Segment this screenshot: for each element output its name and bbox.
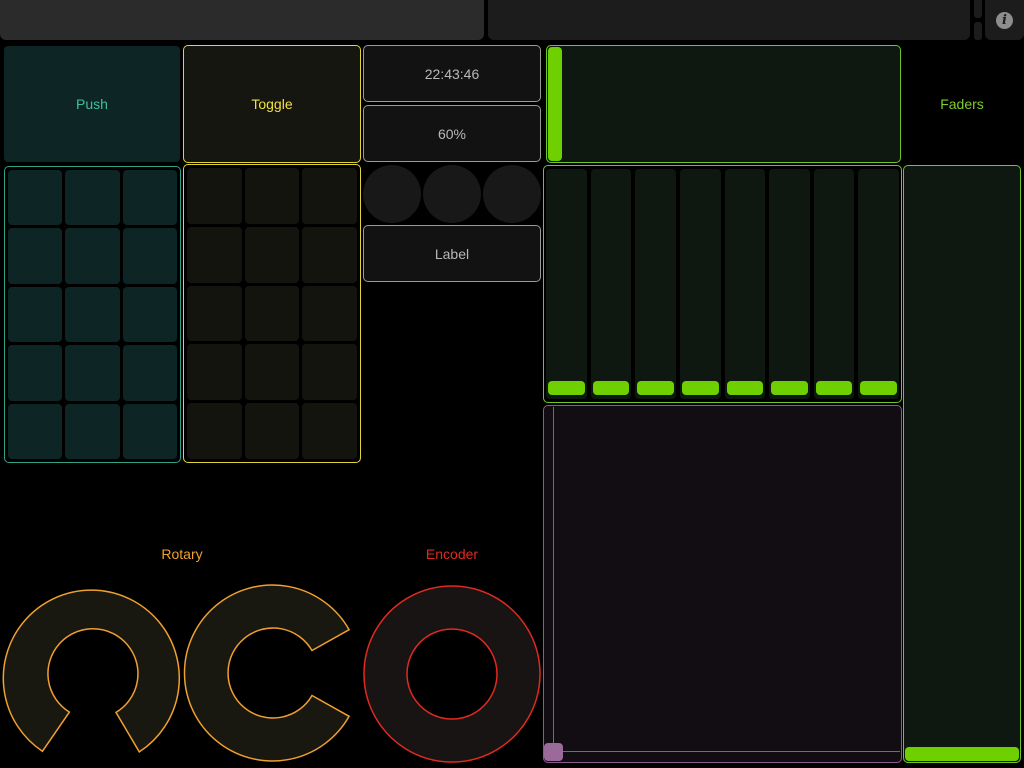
encoder-title: Encoder (425, 546, 479, 562)
multi-fader-handle-6[interactable] (771, 381, 808, 395)
push-grid (4, 166, 181, 463)
toggle-grid-cell[interactable] (187, 344, 242, 401)
toggle-label: Toggle (251, 96, 293, 112)
toggle-grid-cell[interactable] (244, 285, 300, 342)
push-grid-cell[interactable] (122, 228, 177, 284)
push-grid-cell[interactable] (8, 345, 63, 401)
horizontal-fader[interactable] (546, 45, 901, 163)
rotary-knob-2[interactable] (182, 584, 362, 764)
page-tab-1[interactable] (0, 0, 484, 40)
multi-fader-track-2[interactable] (590, 169, 632, 399)
toggle-grid-cell[interactable] (187, 403, 242, 459)
push-grid-cell[interactable] (65, 286, 120, 343)
xy-handle[interactable] (544, 743, 563, 761)
faders-title: Faders (940, 96, 984, 112)
vertical-fader[interactable] (903, 165, 1021, 763)
toggle-grid-cell[interactable] (302, 168, 357, 224)
toggle-button[interactable]: Toggle (183, 45, 361, 163)
page-indicator-bottom (974, 22, 982, 40)
led-2 (423, 165, 481, 223)
led-3 (483, 165, 541, 223)
time-display: 22:43:46 (363, 45, 541, 102)
multi-fader-handle-3[interactable] (637, 381, 674, 395)
multi-fader-handle-8[interactable] (860, 381, 897, 395)
multi-fader (543, 165, 902, 403)
toggle-grid-cell[interactable] (302, 344, 357, 401)
push-label: Push (76, 96, 108, 112)
label-display: Label (363, 225, 541, 282)
encoder-knob[interactable] (362, 584, 542, 764)
toggle-grid-cell[interactable] (302, 226, 357, 283)
vertical-fader-handle[interactable] (905, 747, 1019, 761)
multi-fader-track-7[interactable] (813, 169, 855, 399)
multi-fader-track-1[interactable] (546, 169, 587, 399)
label-text: Label (434, 245, 470, 262)
push-button[interactable]: Push (4, 46, 180, 162)
xy-pad[interactable] (543, 405, 902, 763)
page-tab-2[interactable] (488, 0, 970, 40)
push-grid-cell[interactable] (8, 170, 63, 226)
multi-fader-handle-5[interactable] (726, 381, 764, 395)
push-grid-cell[interactable] (122, 286, 177, 343)
toggle-grid-cell[interactable] (302, 403, 357, 459)
toggle-grid-cell[interactable] (244, 344, 300, 401)
toggle-grid-cell[interactable] (187, 168, 242, 224)
push-grid-cell[interactable] (8, 403, 63, 459)
push-grid-cell[interactable] (122, 403, 177, 459)
multi-fader-track-5[interactable] (724, 169, 766, 399)
multi-fader-handle-2[interactable] (592, 381, 630, 395)
multi-fader-track-8[interactable] (858, 169, 899, 399)
xy-crosshair-vertical (553, 407, 554, 759)
rotary-title: Rotary (161, 546, 203, 562)
led-1 (363, 165, 421, 223)
horizontal-fader-handle[interactable] (548, 47, 562, 161)
multi-fader-track-4[interactable] (679, 169, 721, 399)
rotary-knob-1[interactable] (2, 584, 182, 764)
push-grid-cell[interactable] (8, 228, 63, 284)
toggle-grid-cell[interactable] (244, 226, 300, 283)
xy-crosshair-horizontal (545, 751, 900, 752)
toggle-grid-cell[interactable] (244, 168, 300, 224)
toggle-grid-cell[interactable] (187, 226, 242, 283)
toggle-grid-cell[interactable] (302, 285, 357, 342)
push-grid-cell[interactable] (122, 170, 177, 226)
time-text: 22:43:46 (424, 65, 480, 82)
push-grid-cell[interactable] (65, 403, 120, 459)
multi-fader-track-3[interactable] (635, 169, 676, 399)
page-indicator-top (974, 0, 982, 18)
push-grid-cell[interactable] (65, 170, 120, 226)
push-grid-cell[interactable] (122, 345, 177, 401)
push-grid-cell[interactable] (65, 345, 120, 401)
multi-fader-handle-1[interactable] (548, 381, 585, 395)
push-grid-cell[interactable] (65, 228, 120, 284)
toggle-grid (183, 164, 361, 463)
toggle-grid-cell[interactable] (244, 403, 300, 459)
multi-fader-handle-7[interactable] (815, 381, 853, 395)
info-icon[interactable]: i (996, 12, 1013, 29)
multi-fader-handle-4[interactable] (681, 381, 719, 395)
push-grid-cell[interactable] (8, 286, 63, 343)
toggle-grid-cell[interactable] (187, 285, 242, 342)
multi-fader-track-6[interactable] (769, 169, 810, 399)
battery-text: 60% (437, 125, 467, 142)
battery-display: 60% (363, 105, 541, 162)
